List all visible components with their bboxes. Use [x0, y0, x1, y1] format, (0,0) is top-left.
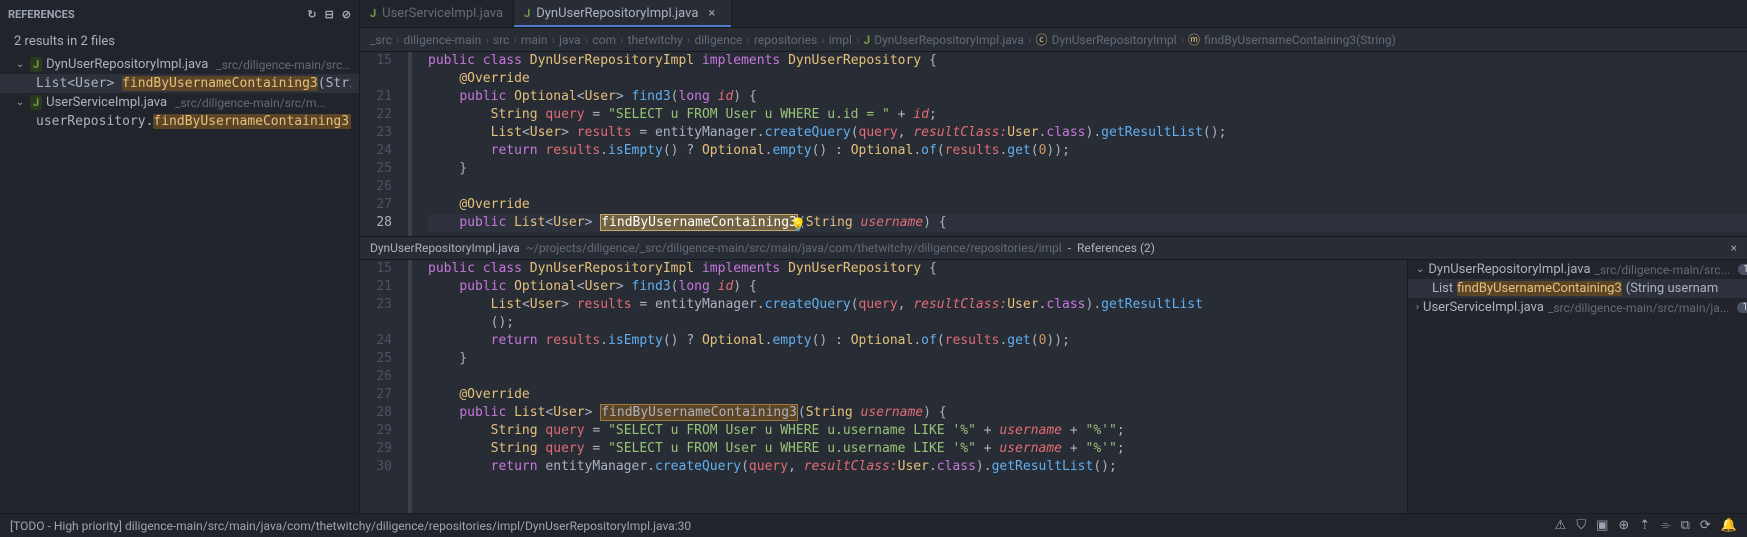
java-file-icon: J [864, 33, 871, 47]
crumb[interactable]: repositories [754, 33, 817, 47]
result-path: _src/diligence-main/src/m... [175, 96, 326, 110]
shield-icon[interactable]: ⛉ [1576, 518, 1586, 533]
crumb-file[interactable]: DynUserRepositoryImpl.java [874, 33, 1024, 47]
references-tree: ⌄DynUserRepositoryImpl.java _src/diligen… [1407, 260, 1747, 513]
bell-icon[interactable]: 🔔 [1721, 518, 1737, 533]
record-icon[interactable]: ▣ [1596, 518, 1608, 533]
crumb-class[interactable]: DynUserRepositoryImpl [1052, 33, 1177, 47]
refs-preview-editor[interactable]: 1521232425262728292930 public class DynU… [360, 260, 1407, 513]
gutter: 1521232425262728292930 [360, 260, 408, 513]
tab-userservice[interactable]: J UserServiceImpl.java [360, 0, 514, 27]
add-icon[interactable]: ⊕ [1618, 518, 1629, 533]
chevron-down-icon: ⌄ [16, 97, 26, 108]
crumb[interactable]: _src [370, 33, 392, 47]
refresh-icon[interactable]: ↻ [307, 8, 316, 21]
arrow-up-icon[interactable]: ⇡ [1639, 518, 1650, 533]
result-line-post: (String ... × [318, 76, 351, 91]
breadcrumbs[interactable]: _src› diligence-main› src› main› java› c… [360, 28, 1747, 52]
crumb[interactable]: impl [829, 33, 852, 47]
warning-icon[interactable]: ⚠ [1555, 518, 1567, 533]
refs-tree-line[interactable]: List findByUsernameContaining3(String us… [1408, 279, 1747, 298]
result-line-match: findByUsernameContaining3 [122, 76, 318, 91]
refs-tree-file[interactable]: ⌄DynUserRepositoryImpl.java _src/diligen… [1408, 260, 1747, 279]
crumb[interactable]: diligence [694, 33, 742, 47]
result-filename: UserServiceImpl.java [46, 95, 167, 110]
crumb-method[interactable]: findByUsernameContaining3(String) [1204, 33, 1396, 47]
java-file-icon: J [370, 7, 376, 20]
crumb[interactable]: com [592, 33, 616, 47]
result-filename: DynUserRepositoryImpl.java [46, 57, 208, 72]
close-icon[interactable]: × [704, 6, 715, 21]
crumb[interactable]: thetwitchy [628, 33, 683, 47]
editor-area: J UserServiceImpl.java J DynUserReposito… [360, 0, 1747, 513]
crumb[interactable]: diligence-main [403, 33, 481, 47]
close-icon[interactable]: × [1731, 241, 1737, 255]
refs-count-label: References (2) [1077, 241, 1155, 255]
references-sidebar: REFERENCES ↻ ⊟ ⊘ 2 results in 2 files ⌄ … [0, 0, 360, 513]
results-summary: 2 results in 2 files [0, 28, 359, 55]
sync-icon[interactable]: ⟳ [1700, 518, 1711, 533]
crumb[interactable]: src [493, 33, 509, 47]
result-line-0[interactable]: List<User> findByUsernameContaining3(Str… [0, 74, 359, 93]
refs-tree-file[interactable]: ›UserServiceImpl.java _src/diligence-mai… [1408, 298, 1747, 317]
crumb[interactable]: main [521, 33, 548, 47]
chevron-down-icon: ⌄ [16, 59, 26, 70]
refs-file-name: DynUserRepositoryImpl.java [370, 241, 520, 255]
tab-label: DynUserRepositoryImpl.java [536, 6, 698, 21]
clear-icon[interactable]: ⊘ [342, 8, 351, 21]
gutter: 152122232425262728 [360, 52, 408, 236]
change-marker [408, 52, 412, 236]
result-line-1[interactable]: userRepository.findByUsernameContaining3… [0, 112, 359, 131]
java-file-icon: J [524, 7, 530, 20]
crumb[interactable]: java [559, 33, 581, 47]
tab-dynuserrepo[interactable]: J DynUserRepositoryImpl.java × [514, 0, 732, 27]
status-message[interactable]: [TODO - High priority] diligence-main/sr… [10, 519, 691, 533]
result-file-0[interactable]: ⌄ J DynUserRepositoryImpl.java _src/dili… [0, 55, 359, 74]
code-content[interactable]: public class DynUserRepositoryImpl imple… [428, 52, 1747, 236]
result-file-1[interactable]: ⌄ J UserServiceImpl.java _src/diligence-… [0, 93, 359, 112]
code-content[interactable]: public class DynUserRepositoryImpl imple… [428, 260, 1407, 513]
editor-top[interactable]: 152122232425262728 public class DynUserR… [360, 52, 1747, 236]
result-path: _src/diligence-main/src... [216, 58, 351, 72]
method-icon: ⓜ [1188, 31, 1200, 48]
link-icon[interactable]: ⧉ [1681, 518, 1690, 533]
result-line-match: findByUsernameContaining3(query); [153, 114, 351, 129]
lightbulb-icon[interactable]: 💡 [790, 217, 806, 235]
tab-label: UserServiceImpl.java [382, 6, 503, 21]
account-icon[interactable]: ⌯ [1660, 518, 1670, 533]
java-file-icon: J [30, 57, 42, 72]
sidebar-header: REFERENCES ↻ ⊟ ⊘ [0, 0, 359, 28]
change-marker [408, 260, 412, 513]
references-panel-body: 1521232425262728292930 public class DynU… [360, 260, 1747, 513]
result-line-pre: List<User> [36, 76, 122, 91]
collapse-all-icon[interactable]: ⊟ [325, 8, 334, 21]
java-file-icon: J [30, 95, 42, 110]
sidebar-title: REFERENCES [8, 8, 307, 21]
result-line-pre: userRepository. [36, 114, 153, 129]
references-panel-header: DynUserRepositoryImpl.java ~/projects/di… [360, 236, 1747, 260]
refs-file-path: ~/projects/diligence/_src/diligence-main… [526, 241, 1062, 255]
status-bar: [TODO - High priority] diligence-main/sr… [0, 513, 1747, 537]
tab-bar: J UserServiceImpl.java J DynUserReposito… [360, 0, 1747, 28]
class-icon: ⓒ [1036, 31, 1048, 48]
